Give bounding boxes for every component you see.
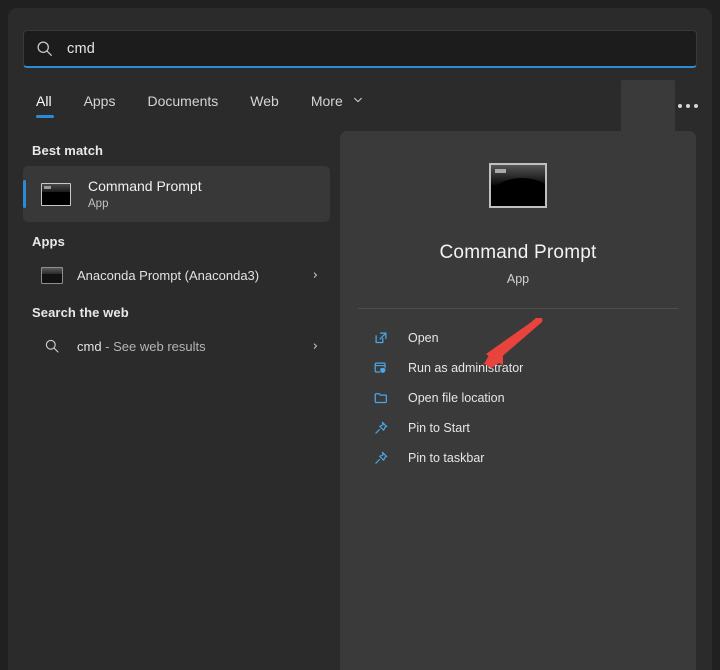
- console-app-icon: [41, 267, 63, 284]
- shield-run-icon: [372, 359, 390, 377]
- pin-icon: [372, 449, 390, 467]
- open-external-icon: [372, 329, 390, 347]
- app-actions-list: Open Run as administrator: [340, 309, 696, 473]
- web-query-text: cmd: [77, 339, 102, 354]
- folder-icon: [372, 389, 390, 407]
- preview-header: Command Prompt App: [340, 131, 696, 286]
- action-label: Run as administrator: [408, 361, 523, 375]
- best-match-subtitle: App: [88, 196, 202, 212]
- search-flyout: All Apps Documents Web More: [8, 8, 712, 670]
- action-label: Pin to taskbar: [408, 451, 484, 465]
- tab-all-label: All: [36, 93, 52, 109]
- chevron-right-icon[interactable]: ›: [313, 268, 318, 283]
- results-column: Best match Command Prompt App Apps Anaco…: [8, 131, 340, 670]
- preview-app-title: Command Prompt: [340, 242, 696, 264]
- pin-icon: [372, 419, 390, 437]
- preview-app-subtitle: App: [340, 272, 696, 286]
- tab-documents[interactable]: Documents: [131, 88, 234, 120]
- tab-more-label: More: [311, 93, 343, 109]
- account-avatar[interactable]: [621, 80, 675, 134]
- chevron-down-icon: [353, 95, 363, 108]
- list-item-web-result[interactable]: cmd - See web results ›: [23, 328, 330, 364]
- action-label: Open file location: [408, 391, 505, 405]
- action-pin-to-taskbar[interactable]: Pin to taskbar: [350, 443, 686, 473]
- tab-apps-label: Apps: [84, 93, 116, 109]
- section-header-best-match: Best match: [8, 131, 340, 166]
- tab-documents-label: Documents: [147, 93, 218, 109]
- search-box[interactable]: [23, 30, 697, 68]
- list-item-label: cmd - See web results: [77, 339, 313, 354]
- best-match-text: Command Prompt App: [88, 177, 202, 212]
- tab-apps[interactable]: Apps: [68, 88, 132, 120]
- action-label: Pin to Start: [408, 421, 470, 435]
- search-filter-tabs: All Apps Documents Web More: [30, 88, 379, 120]
- section-header-search-the-web: Search the web: [8, 293, 340, 328]
- search-input[interactable]: [67, 41, 684, 57]
- action-run-as-administrator[interactable]: Run as administrator: [350, 353, 686, 383]
- tab-web-label: Web: [250, 93, 279, 109]
- windows-search-flyout-screen: All Apps Documents Web More: [0, 0, 720, 670]
- search-icon: [36, 40, 53, 57]
- action-open[interactable]: Open: [350, 323, 686, 353]
- search-icon: [41, 338, 63, 355]
- action-pin-to-start[interactable]: Pin to Start: [350, 413, 686, 443]
- list-item-label: Anaconda Prompt (Anaconda3): [77, 268, 313, 283]
- more-options-icon[interactable]: [673, 92, 703, 120]
- web-result-suffix: - See web results: [102, 339, 206, 354]
- tab-all[interactable]: All: [30, 88, 68, 120]
- section-header-apps: Apps: [8, 222, 340, 257]
- list-item-anaconda-prompt[interactable]: Anaconda Prompt (Anaconda3) ›: [23, 257, 330, 293]
- app-preview-panel: Command Prompt App Open: [340, 131, 696, 670]
- action-open-file-location[interactable]: Open file location: [350, 383, 686, 413]
- best-match-title: Command Prompt: [88, 177, 202, 195]
- command-prompt-icon: [41, 183, 71, 206]
- command-prompt-icon: [489, 163, 547, 208]
- best-match-item[interactable]: Command Prompt App: [23, 166, 330, 222]
- tab-more[interactable]: More: [295, 88, 379, 120]
- chevron-right-icon[interactable]: ›: [313, 339, 318, 354]
- tab-web[interactable]: Web: [234, 88, 295, 120]
- action-label: Open: [408, 331, 439, 345]
